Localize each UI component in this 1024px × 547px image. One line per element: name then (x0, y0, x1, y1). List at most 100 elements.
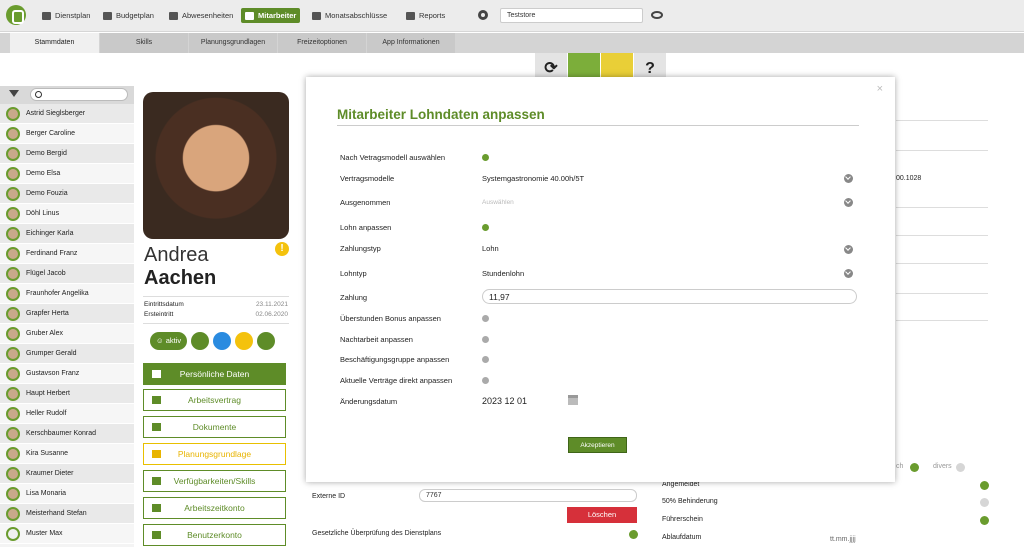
check-icon[interactable] (980, 481, 989, 490)
list-item[interactable]: Lisa Monaria (0, 484, 134, 504)
tab-stammdaten[interactable]: Stammdaten (10, 33, 99, 53)
accept-button[interactable]: Akzeptieren (568, 437, 627, 453)
externe-id-input[interactable]: 7767 (419, 489, 637, 502)
tab-planungsgrundlagen[interactable]: Planungsgrundlagen (189, 33, 277, 53)
nachtarbeit-toggle[interactable] (482, 336, 489, 343)
chart-icon (103, 11, 112, 20)
nav-dienstplan[interactable]: Dienstplan (38, 8, 94, 23)
check-icon[interactable] (980, 516, 989, 525)
list-item[interactable]: Meisterhand Stefan (0, 504, 134, 524)
list-item[interactable]: Heller Rudolf (0, 404, 134, 424)
menu-arbeitszeitkonto[interactable]: Arbeitszeitkonto (143, 497, 286, 519)
check-icon[interactable] (629, 530, 638, 539)
nav-budgetplan[interactable]: Budgetplan (99, 8, 158, 23)
avatar (6, 466, 20, 481)
nav-abwesenheiten[interactable]: Abwesenheiten (165, 8, 237, 23)
chevron-down-icon[interactable] (844, 269, 853, 278)
file-icon[interactable] (213, 332, 232, 350)
avatar (6, 186, 20, 201)
search-input[interactable] (30, 88, 128, 101)
vertragsmodelle-select[interactable]: Systemgastronomie 40.00h/5T (482, 174, 584, 183)
behinderung-toggle[interactable] (980, 498, 989, 507)
menu-arbeitsvertrag[interactable]: Arbeitsvertrag (143, 389, 286, 411)
list-item[interactable]: Gustavson Franz (0, 364, 134, 384)
menu-persoenliche-daten[interactable]: Persönliche Daten (143, 363, 286, 385)
ueberstunden-label: Überstunden Bonus anpassen (340, 314, 441, 323)
lohntyp-select[interactable]: Stundenlohn (482, 269, 524, 278)
eye-off-icon[interactable] (651, 11, 663, 19)
zahlung-input[interactable]: 11,97 (482, 289, 857, 304)
avatar (6, 486, 20, 501)
nav-monatsabschluesse[interactable]: Monatsabschlüsse (308, 8, 391, 23)
list-item[interactable]: Kerschbaumer Konrad (0, 424, 134, 444)
list-item[interactable]: Grapfer Herta (0, 304, 134, 324)
ueberstunden-toggle[interactable] (482, 315, 489, 322)
document-icon[interactable] (235, 332, 254, 350)
list-item[interactable]: Demo Bergid (0, 144, 134, 164)
store-select[interactable]: Teststore (500, 8, 643, 23)
phone-icon[interactable] (191, 332, 210, 350)
calendar-icon[interactable] (568, 395, 578, 405)
ausgenommen-select[interactable]: Auswählen (482, 199, 514, 206)
gender-partial-label: ch (896, 463, 904, 470)
contract-icon (152, 396, 161, 404)
list-item[interactable]: Kraumer Dieter (0, 464, 134, 484)
chevron-down-icon[interactable] (844, 198, 853, 207)
gear-icon[interactable] (478, 10, 488, 20)
nav-reports[interactable]: Reports (402, 8, 449, 23)
chevron-down-icon[interactable] (844, 174, 853, 183)
vertraege-toggle[interactable] (482, 377, 489, 384)
check-icon[interactable] (482, 154, 489, 161)
menu-dokumente[interactable]: Dokumente (143, 416, 286, 438)
list-item[interactable]: Döhl Linus (0, 204, 134, 224)
list-item[interactable]: Muster Max (0, 524, 134, 544)
avatar (6, 506, 20, 521)
list-item[interactable]: Gruber Alex (0, 324, 134, 344)
divider (896, 150, 988, 151)
list-item[interactable]: Berger Caroline (0, 124, 134, 144)
list-item[interactable]: Demo Elsa (0, 164, 134, 184)
chevron-down-icon[interactable] (257, 332, 276, 350)
check-icon[interactable] (482, 224, 489, 231)
beschaeftigung-toggle[interactable] (482, 356, 489, 363)
list-item[interactable]: Ferdinand Franz (0, 244, 134, 264)
app-logo[interactable] (6, 5, 26, 25)
behinderung-label: 50% Behinderung (662, 498, 718, 505)
list-item[interactable]: Astrid Sieglsberger (0, 104, 134, 124)
chevron-down-icon[interactable] (844, 245, 853, 254)
tab-skills[interactable]: Skills (100, 33, 188, 53)
divers-label: divers (933, 463, 952, 470)
list-item[interactable]: Kira Susanne (0, 444, 134, 464)
divider (896, 263, 988, 264)
warning-icon[interactable]: ! (275, 242, 289, 256)
list-item[interactable]: Fraunhofer Angelika (0, 284, 134, 304)
close-icon[interactable]: × (877, 83, 883, 95)
list-item[interactable]: Flügel Jacob (0, 264, 134, 284)
list-item[interactable]: Demo Fouzia (0, 184, 134, 204)
check-icon[interactable] (910, 463, 919, 472)
list-item[interactable]: Haupt Herbert (0, 384, 134, 404)
tab-app-informationen[interactable]: App Informationen (367, 33, 455, 53)
list-item[interactable]: Eichinger Karla (0, 224, 134, 244)
menu-benutzerkonto[interactable]: Benutzerkonto (143, 524, 286, 546)
tab-freizeitoptionen[interactable]: Freizeitoptionen (278, 33, 366, 53)
avatar (6, 206, 20, 221)
lohndaten-modal: × Mitarbeiter Lohndaten anpassen Nach Ve… (306, 77, 895, 482)
avatar (6, 526, 20, 541)
divider (143, 323, 289, 324)
user-check-icon: ☺ (156, 336, 166, 345)
menu-verfuegbarkeiten[interactable]: Verfügbarkeiten/Skills (143, 470, 286, 492)
filter-icon[interactable] (9, 90, 19, 97)
lohn-anpassen-label: Lohn anpassen (340, 223, 392, 232)
lohntyp-label: Lohntyp (340, 269, 367, 278)
aenderungsdatum-input[interactable]: 2023 12 01 (482, 396, 527, 406)
ablaufdatum-input[interactable]: tt.mm.jjjj (830, 536, 856, 543)
list-item[interactable]: Grumper Gerald (0, 344, 134, 364)
divers-radio[interactable] (956, 463, 965, 472)
zahlungstyp-select[interactable]: Lohn (482, 244, 499, 253)
document-icon (312, 11, 321, 20)
status-badge[interactable]: ☺ aktiv (150, 332, 188, 350)
nav-mitarbeiter[interactable]: Mitarbeiter (241, 8, 301, 23)
delete-button[interactable]: Löschen (567, 507, 637, 523)
menu-planungsgrundlage[interactable]: Planungsgrundlage (143, 443, 286, 465)
